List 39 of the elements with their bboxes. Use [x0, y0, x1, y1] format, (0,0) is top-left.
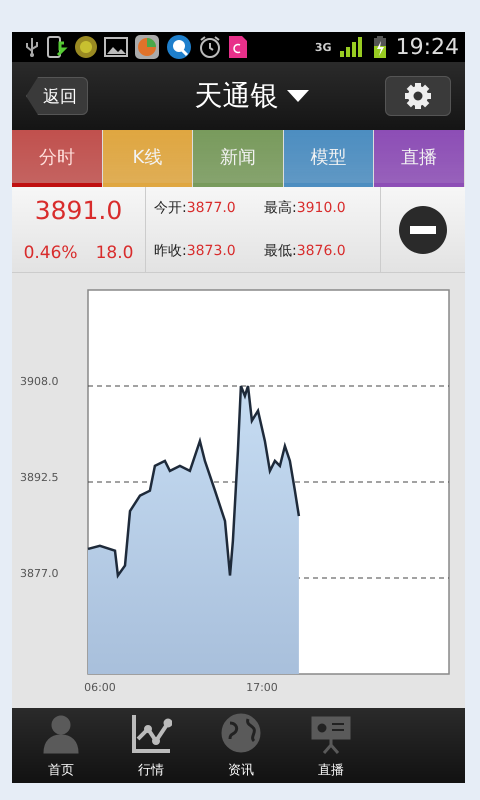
stat-label: 最低:: [264, 242, 297, 259]
collapse-button[interactable]: [398, 204, 448, 254]
nav-item[interactable]: 直播: [286, 708, 376, 783]
back-button[interactable]: 返回: [26, 77, 88, 115]
network-label: 3G: [314, 40, 332, 54]
nav-item[interactable]: 资讯: [196, 708, 286, 783]
stat-label: 今开:: [154, 200, 187, 216]
dropdown-caret-icon[interactable]: [286, 89, 308, 103]
price-value: 3891.0: [34, 196, 122, 225]
settings-icon: [403, 81, 433, 111]
search-app-icon: [166, 34, 192, 60]
page-title[interactable]: 天通银: [194, 77, 278, 115]
globe-icon: [220, 713, 262, 755]
battery-icon: [372, 35, 388, 59]
stat-value: 3876.0: [296, 242, 346, 259]
stat-value: 3910.0: [296, 200, 346, 216]
y-tick-label: 3877.0: [20, 567, 58, 580]
usb-icon: [24, 36, 40, 58]
alarm-icon: [198, 35, 222, 59]
nav-item[interactable]: 首页: [16, 708, 106, 783]
change-percent: 0.46%: [24, 243, 78, 263]
nav-item[interactable]: 行情: [106, 708, 196, 783]
stat-value: 3873.0: [186, 242, 236, 259]
stat-label: 昨收:: [154, 242, 187, 259]
y-tick-label: 3908.0: [20, 375, 58, 388]
stat-label: 最高:: [264, 200, 297, 216]
image-icon: [104, 36, 128, 58]
y-tick-label: 3892.5: [20, 471, 58, 484]
stat-value: 3877.0: [186, 200, 236, 216]
change-value: 18.0: [96, 243, 134, 263]
app-icon: [134, 34, 160, 60]
tab[interactable]: 直播: [374, 130, 464, 187]
line-chart-icon: [130, 713, 172, 755]
phone-arrow-icon: [46, 35, 68, 59]
settings-button[interactable]: [385, 76, 451, 116]
x-tick-label: 06:00: [84, 681, 116, 694]
x-tick-label: 17:00: [246, 681, 278, 694]
document-icon: [228, 35, 248, 59]
clock-time: 19:24: [396, 34, 459, 60]
